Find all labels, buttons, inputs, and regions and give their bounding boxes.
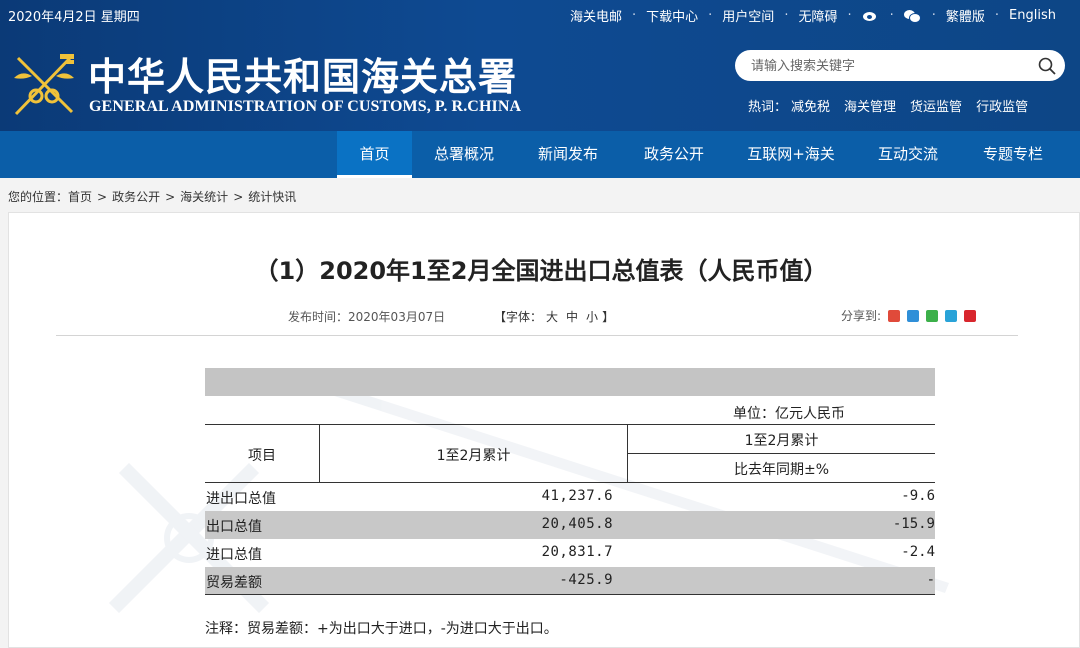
link-english[interactable]: English <box>1009 8 1056 23</box>
breadcrumb: 您的位置：首页 > 政务公开 > 海关统计 > 统计快讯 <box>8 188 296 205</box>
font-size-control: 【字体：大中小】 <box>494 308 614 325</box>
wechat-icon[interactable] <box>903 9 922 23</box>
share-qzone-icon[interactable] <box>907 309 920 322</box>
publish-time: 发布时间：2020年03月07日 <box>288 308 445 325</box>
share-renren-icon[interactable] <box>964 309 977 322</box>
row-name: 出口总值 <box>206 519 262 535</box>
hot-word-tax-reduction[interactable]: 减免税 <box>791 96 830 115</box>
link-user-space[interactable]: 用户空间 <box>722 6 774 25</box>
font-size-close: 】 <box>602 310 615 324</box>
title-divider <box>56 335 1018 336</box>
header-item: 项目 <box>248 448 276 464</box>
breadcrumb-government-affairs[interactable]: 政务公开 <box>112 190 160 204</box>
row-value-yoy: -2.4 <box>901 544 935 560</box>
hot-word-cargo-supervision[interactable]: 货运监管 <box>910 96 962 115</box>
breadcrumb-label: 您的位置： <box>8 190 69 204</box>
table-rule <box>205 424 935 425</box>
publish-date: 2020年03月07日 <box>348 310 446 324</box>
font-size-medium[interactable]: 中 <box>566 310 578 324</box>
current-date: 2020年4月2日 星期四 <box>8 10 140 25</box>
site-title-chinese[interactable]: 中华人民共和国海关总署 <box>88 46 517 101</box>
hot-word-admin-supervision[interactable]: 行政监管 <box>976 96 1028 115</box>
breadcrumb-statistics-flash[interactable]: 统计快讯 <box>248 190 296 204</box>
header-jan-feb-cumulative-2: 1至2月累计 <box>744 433 819 449</box>
hot-words: 热词： 减免税 海关管理 货运监管 行政监管 <box>748 96 1028 115</box>
table-row: 出口总值 20,405.8 -15.9 <box>205 511 935 539</box>
customs-emblem[interactable] <box>8 48 80 120</box>
search-input[interactable] <box>751 56 1031 76</box>
link-traditional-chinese[interactable]: 繁體版 <box>946 6 985 25</box>
breadcrumb-home[interactable]: 首页 <box>68 190 92 204</box>
table-row: 贸易差额 -425.9 - <box>205 567 935 595</box>
share-label: 分享到: <box>841 309 882 323</box>
publish-label: 发布时间： <box>288 310 349 324</box>
table-row: 进口总值 20,831.7 -2.4 <box>205 539 935 567</box>
header-yoy-change: 比去年同期±% <box>733 462 830 478</box>
site-title-english[interactable]: GENERAL ADMINISTRATION OF CUSTOMS, P. R.… <box>89 98 521 116</box>
top-links: 海关电邮 · 下载中心 · 用户空间 · 无障碍 · · · 繁體版 · Eng… <box>570 6 1056 25</box>
weibo-icon[interactable] <box>862 9 880 23</box>
share-wechat-icon[interactable] <box>926 309 939 322</box>
separator-dot: · <box>708 8 713 23</box>
row-value-yoy: -15.9 <box>892 516 935 532</box>
row-value-yoy: -9.6 <box>901 488 935 504</box>
share-tencent-weibo-icon[interactable] <box>945 309 958 322</box>
link-customs-email[interactable]: 海关电邮 <box>570 6 622 25</box>
separator-dot: · <box>931 8 936 23</box>
row-name: 贸易差额 <box>206 575 262 591</box>
table-rule <box>205 594 935 595</box>
separator-dot: · <box>994 8 1000 23</box>
hot-word-customs-management[interactable]: 海关管理 <box>844 96 896 115</box>
breadcrumb-customs-statistics[interactable]: 海关统计 <box>180 190 228 204</box>
row-value-cumulative: 20,405.8 <box>541 516 613 532</box>
separator-dot: · <box>784 8 789 23</box>
breadcrumb-separator: > <box>233 190 244 204</box>
search-box <box>735 50 1065 81</box>
separator-dot: · <box>847 8 852 23</box>
row-name: 进口总值 <box>206 547 262 563</box>
table-rule <box>627 453 935 454</box>
link-accessibility[interactable]: 无障碍 <box>798 6 837 25</box>
table-header-band <box>205 368 935 396</box>
breadcrumb-separator: > <box>97 190 108 204</box>
site-header: 2020年4月2日 星期四 海关电邮 · 下载中心 · 用户空间 · 无障碍 ·… <box>0 0 1080 131</box>
hot-words-label: 热词： <box>748 100 788 115</box>
row-value-yoy: - <box>926 572 935 588</box>
breadcrumb-separator: > <box>165 190 176 204</box>
header-jan-feb-cumulative: 1至2月累计 <box>436 448 511 464</box>
link-download-center[interactable]: 下载中心 <box>646 6 698 25</box>
table-note: 注释：贸易差额：+为出口大于进口，-为进口大于出口。 <box>205 621 558 637</box>
separator-dot: · <box>632 8 637 23</box>
nav-item-news[interactable]: 新闻发布 <box>528 131 608 178</box>
nav-item-government-affairs[interactable]: 政务公开 <box>634 131 714 178</box>
separator-dot: · <box>889 8 894 23</box>
share-bar: 分享到: <box>841 307 977 324</box>
table-row: 进出口总值 41,237.6 -9.6 <box>205 483 935 511</box>
row-value-cumulative: 41,237.6 <box>541 488 613 504</box>
font-size-small[interactable]: 小 <box>586 310 598 324</box>
table-unit: 单位：亿元人民币 <box>733 406 845 422</box>
nav-item-overview[interactable]: 总署概况 <box>424 131 504 178</box>
row-value-cumulative: -425.9 <box>559 572 613 588</box>
font-size-label: 【字体： <box>494 310 543 324</box>
search-icon[interactable] <box>1037 56 1057 76</box>
font-size-large[interactable]: 大 <box>546 310 558 324</box>
article-content: （1）2020年1至2月全国进出口总值表（人民币值） 发布时间：2020年03月… <box>8 212 1080 648</box>
row-name: 进出口总值 <box>206 491 276 507</box>
nav-item-interaction[interactable]: 互动交流 <box>868 131 948 178</box>
nav-item-special-topics[interactable]: 专题专栏 <box>972 131 1054 178</box>
share-weibo-icon[interactable] <box>888 309 901 322</box>
article-title: （1）2020年1至2月全国进出口总值表（人民币值） <box>254 257 828 285</box>
nav-item-internet-plus-customs[interactable]: 互联网+海关 <box>736 131 846 178</box>
main-nav: 首页 总署概况 新闻发布 政务公开 互联网+海关 互动交流 专题专栏 <box>0 131 1080 178</box>
row-value-cumulative: 20,831.7 <box>541 544 613 560</box>
nav-item-home[interactable]: 首页 <box>337 131 412 178</box>
